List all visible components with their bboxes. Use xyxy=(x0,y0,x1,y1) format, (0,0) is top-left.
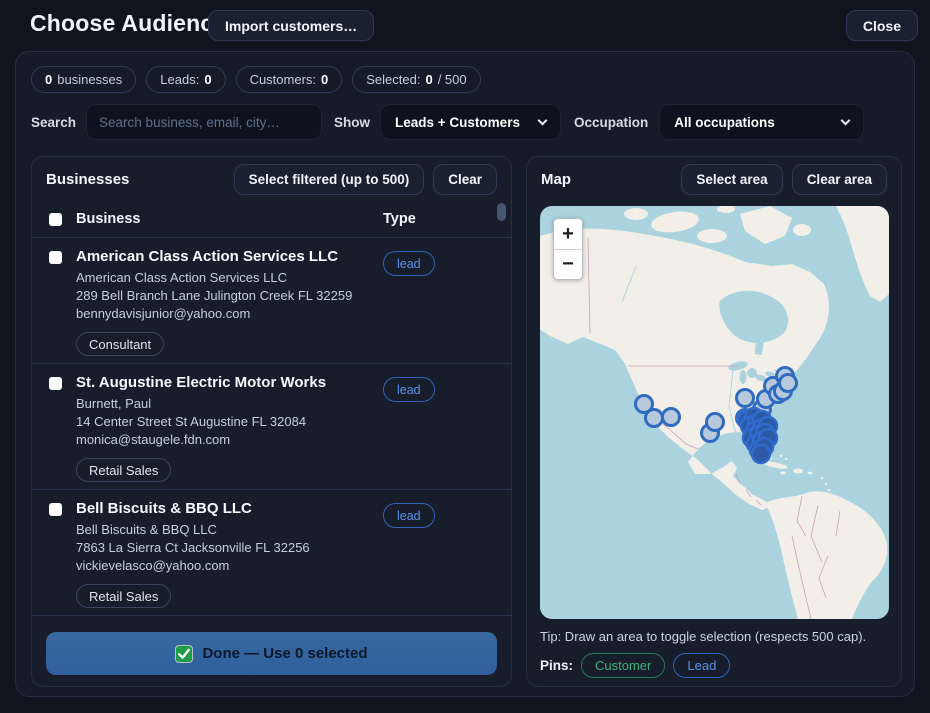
business-contact: Burnett, Paul xyxy=(76,395,375,413)
business-email: vickievelasco@yahoo.com xyxy=(76,557,375,575)
selected-count-pill: Selected: 0 / 500 xyxy=(352,66,480,93)
select-area-button[interactable]: Select area xyxy=(681,164,782,195)
map-panel-header: Map Select area Clear area xyxy=(527,157,901,201)
zoom-out-button[interactable]: − xyxy=(554,249,582,279)
selected-cap: / 500 xyxy=(438,72,467,87)
chevron-down-icon xyxy=(841,115,851,125)
map-pin[interactable] xyxy=(780,375,797,392)
stats-bar: 0 businesses Leads: 0 Customers: 0 Selec… xyxy=(31,66,481,93)
filters-row: Search Show Leads + Customers Occupation… xyxy=(31,104,864,140)
row-checkbox[interactable] xyxy=(49,377,62,390)
column-business: Business xyxy=(76,211,383,227)
table-header: Business Type xyxy=(32,201,511,238)
done-button-label: Done — Use 0 selected xyxy=(202,645,367,662)
map-zoom-control: + − xyxy=(553,218,583,280)
occupation-tag: Consultant xyxy=(76,332,164,356)
close-button[interactable]: Close xyxy=(846,10,918,41)
businesses-count-pill: 0 businesses xyxy=(31,66,136,93)
map-canvas[interactable]: + − xyxy=(540,206,889,619)
pins-label: Pins: xyxy=(540,658,573,673)
zoom-in-button[interactable]: + xyxy=(554,219,582,249)
scrollbar-thumb[interactable] xyxy=(497,203,506,221)
business-name: St. Augustine Electric Motor Works xyxy=(76,374,375,391)
occupation-select-value: All occupations xyxy=(674,115,775,130)
check-icon xyxy=(175,645,193,663)
audience-panel: 0 businesses Leads: 0 Customers: 0 Selec… xyxy=(15,51,915,697)
map-svg xyxy=(540,206,889,619)
clear-selection-button[interactable]: Clear xyxy=(433,164,497,195)
table-row[interactable]: American Class Action Services LLC Ameri… xyxy=(32,238,511,364)
clear-area-button[interactable]: Clear area xyxy=(792,164,887,195)
business-contact: Bell Biscuits & BBQ LLC xyxy=(76,521,375,539)
occupation-select[interactable]: All occupations xyxy=(659,104,864,140)
business-info: American Class Action Services LLC Ameri… xyxy=(76,248,383,363)
map-pin[interactable] xyxy=(752,445,770,463)
business-address: 14 Center Street St Augustine FL 32084 xyxy=(76,413,375,431)
search-label: Search xyxy=(31,115,76,130)
table-row[interactable]: Bell Biscuits & BBQ LLC Bell Biscuits & … xyxy=(32,490,511,616)
business-address: 289 Bell Branch Lane Julington Creek FL … xyxy=(76,287,375,305)
business-info: St. Augustine Electric Motor Works Burne… xyxy=(76,374,383,489)
businesses-list: Business Type American Class Action Serv… xyxy=(32,201,511,616)
business-name: American Class Action Services LLC xyxy=(76,248,375,265)
businesses-count: 0 xyxy=(45,72,52,87)
show-select-value: Leads + Customers xyxy=(395,115,520,130)
leads-count: 0 xyxy=(204,72,211,87)
search-input[interactable] xyxy=(86,104,322,140)
businesses-panel: Businesses Select filtered (up to 500) C… xyxy=(31,156,512,687)
map-pin[interactable] xyxy=(646,410,663,427)
map-pin[interactable] xyxy=(663,409,680,426)
select-filtered-button[interactable]: Select filtered (up to 500) xyxy=(234,164,425,195)
map-tip: Tip: Draw an area to toggle selection (r… xyxy=(540,629,888,644)
done-button[interactable]: Done — Use 0 selected xyxy=(46,632,497,675)
show-select[interactable]: Leads + Customers xyxy=(380,104,561,140)
business-address: 7863 La Sierra Ct Jacksonville FL 32256 xyxy=(76,539,375,557)
map-panel: Map Select area Clear area xyxy=(526,156,902,687)
business-contact: American Class Action Services LLC xyxy=(76,269,375,287)
chevron-down-icon xyxy=(538,115,548,125)
row-checkbox[interactable] xyxy=(49,503,62,516)
type-badge: lead xyxy=(383,377,435,402)
page-title: Choose Audience xyxy=(30,10,226,37)
select-all-checkbox[interactable] xyxy=(49,213,62,226)
occupation-tag: Retail Sales xyxy=(76,458,171,482)
customers-count-pill: Customers: 0 xyxy=(236,66,343,93)
legend-customer-badge: Customer xyxy=(581,653,665,678)
map-title: Map xyxy=(541,171,571,188)
row-checkbox[interactable] xyxy=(49,251,62,264)
customers-label: Customers: xyxy=(250,72,316,87)
businesses-title: Businesses xyxy=(46,171,129,188)
type-badge: lead xyxy=(383,503,435,528)
customers-count: 0 xyxy=(321,72,328,87)
import-customers-button[interactable]: Import customers… xyxy=(208,10,374,41)
choose-audience-dialog: Choose Audience Import customers… Close … xyxy=(0,0,930,713)
businesses-count-label: businesses xyxy=(57,72,122,87)
leads-label: Leads: xyxy=(160,72,199,87)
business-email: monica@staugele.fdn.com xyxy=(76,431,375,449)
pins-legend: Pins: Customer Lead xyxy=(540,653,888,678)
type-badge: lead xyxy=(383,251,435,276)
occupation-tag: Retail Sales xyxy=(76,584,171,608)
occupation-label: Occupation xyxy=(574,115,648,130)
map-pin[interactable] xyxy=(707,414,724,431)
leads-count-pill: Leads: 0 xyxy=(146,66,225,93)
map-pin[interactable] xyxy=(737,390,754,407)
business-email: bennydavisjunior@yahoo.com xyxy=(76,305,375,323)
business-info: Bell Biscuits & BBQ LLC Bell Biscuits & … xyxy=(76,500,383,615)
column-type: Type xyxy=(383,211,511,227)
done-area: Done — Use 0 selected xyxy=(32,616,511,675)
business-name: Bell Biscuits & BBQ LLC xyxy=(76,500,375,517)
table-row[interactable]: St. Augustine Electric Motor Works Burne… xyxy=(32,364,511,490)
legend-lead-badge: Lead xyxy=(673,653,730,678)
selected-count: 0 xyxy=(425,72,432,87)
show-label: Show xyxy=(334,115,370,130)
businesses-panel-header: Businesses Select filtered (up to 500) C… xyxy=(32,157,511,201)
selected-label: Selected: xyxy=(366,72,420,87)
